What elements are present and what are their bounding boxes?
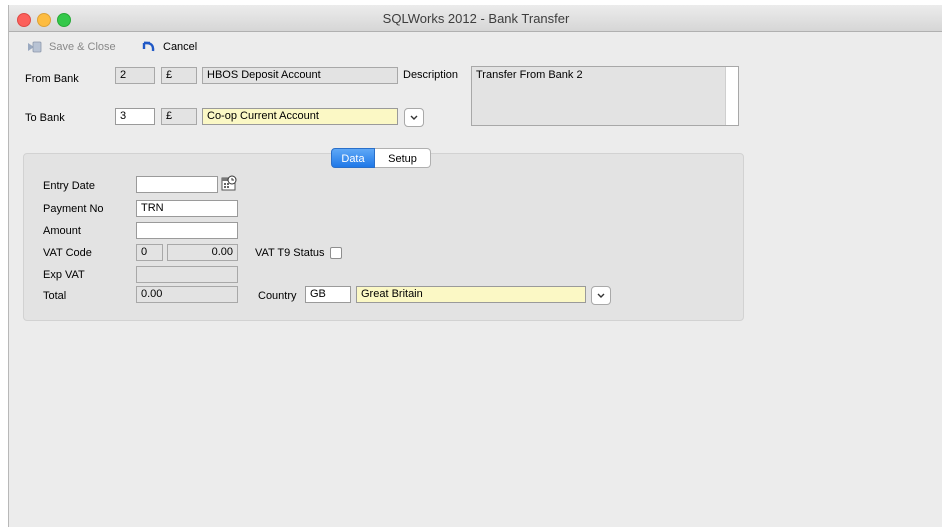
cancel-label: Cancel xyxy=(163,41,198,53)
vat-t9-status-checkbox[interactable] xyxy=(330,247,342,259)
entry-date-label: Entry Date xyxy=(43,180,95,192)
title-bar[interactable]: SQLWorks 2012 - Bank Transfer xyxy=(9,5,942,32)
from-bank-currency-field: £ xyxy=(161,67,197,84)
calendar-icon[interactable] xyxy=(221,175,237,191)
country-label: Country xyxy=(258,290,297,302)
toolbar: Save & Close Cancel xyxy=(9,32,942,60)
from-bank-name-field: HBOS Deposit Account xyxy=(202,67,398,84)
description-scrollbar[interactable] xyxy=(725,67,738,125)
chevron-down-icon xyxy=(597,293,605,298)
payment-no-field[interactable]: TRN xyxy=(136,200,238,217)
exp-vat-field xyxy=(136,266,238,283)
description-text: Transfer From Bank 2 xyxy=(476,69,583,81)
undo-icon xyxy=(139,39,157,55)
description-label: Description xyxy=(403,69,459,81)
save-icon xyxy=(25,39,43,55)
country-lookup-button[interactable] xyxy=(591,286,611,305)
exp-vat-label: Exp VAT xyxy=(43,269,85,281)
to-bank-lookup-button[interactable] xyxy=(404,108,424,127)
entry-date-field[interactable] xyxy=(136,176,218,193)
total-label: Total xyxy=(43,290,67,302)
country-name-field[interactable]: Great Britain xyxy=(356,286,586,303)
from-bank-label: From Bank xyxy=(25,73,79,85)
tab-setup[interactable]: Setup xyxy=(375,148,431,168)
chevron-down-icon xyxy=(410,115,418,120)
save-close-label: Save & Close xyxy=(49,41,116,53)
description-textarea[interactable]: Transfer From Bank 2 xyxy=(471,66,739,126)
window-title: SQLWorks 2012 - Bank Transfer xyxy=(382,11,570,26)
vat-code-label: VAT Code xyxy=(43,247,92,259)
tab-data[interactable]: Data xyxy=(331,148,375,168)
cancel-button[interactable]: Cancel xyxy=(139,39,209,55)
to-bank-code-field[interactable]: 3 xyxy=(115,108,155,125)
from-bank-code-field: 2 xyxy=(115,67,155,84)
to-bank-label: To Bank xyxy=(25,112,65,124)
bank-transfer-window: SQLWorks 2012 - Bank Transfer Save & Clo… xyxy=(8,5,942,527)
vat-t9-status-label: VAT T9 Status xyxy=(255,247,325,259)
country-code-field[interactable]: GB xyxy=(305,286,351,303)
amount-field[interactable] xyxy=(136,222,238,239)
total-field: 0.00 xyxy=(136,286,238,303)
vat-rate-field: 0.00 xyxy=(167,244,238,261)
to-bank-name-field[interactable]: Co-op Current Account xyxy=(202,108,398,125)
vat-code-field: 0 xyxy=(136,244,163,261)
payment-no-label: Payment No xyxy=(43,203,104,215)
save-close-button[interactable]: Save & Close xyxy=(25,39,125,55)
to-bank-currency-field: £ xyxy=(161,108,197,125)
amount-label: Amount xyxy=(43,225,81,237)
